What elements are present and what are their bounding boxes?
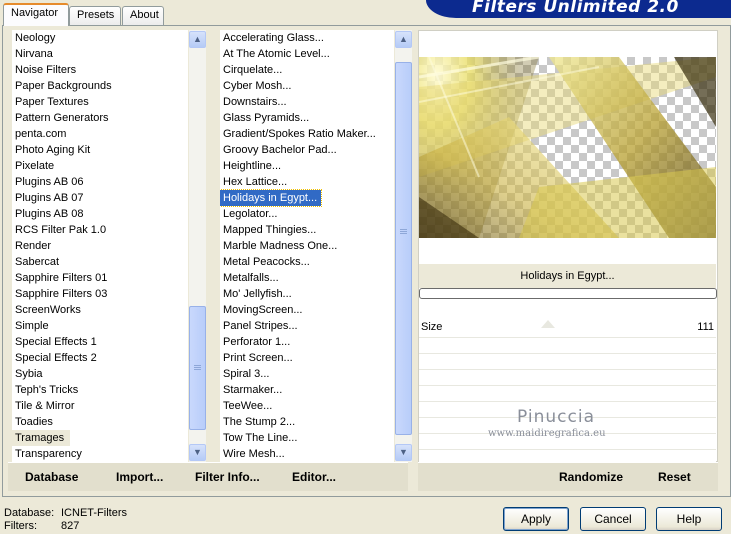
list-item[interactable]: Plugins AB 07 bbox=[12, 190, 188, 206]
list-item[interactable]: At The Atomic Level... bbox=[220, 46, 394, 62]
scroll-up-icon[interactable]: ▲ bbox=[189, 31, 206, 48]
list-item[interactable]: Tile & Mirror bbox=[12, 398, 188, 414]
list-item[interactable]: Starmaker... bbox=[220, 382, 394, 398]
reset-button[interactable]: Reset bbox=[658, 470, 691, 484]
list-item[interactable]: Gradient/Spokes Ratio Maker... bbox=[220, 126, 394, 142]
database-button[interactable]: Database bbox=[25, 470, 78, 484]
status-filters-value: 827 bbox=[61, 520, 80, 532]
list-item[interactable]: Legolator... bbox=[220, 206, 394, 222]
filter-scrollbar[interactable]: ▲ ▼ bbox=[395, 30, 412, 462]
list-item[interactable]: The Stump 2... bbox=[220, 414, 394, 430]
list-item[interactable]: Heightline... bbox=[220, 158, 394, 174]
list-item[interactable]: Plugins AB 06 bbox=[12, 174, 188, 190]
list-item[interactable]: Holidays in Egypt... bbox=[220, 189, 323, 207]
list-item[interactable]: Mapped Thingies... bbox=[220, 222, 394, 238]
watermark-url: www.maidiregrafica.eu bbox=[488, 428, 606, 439]
apply-button[interactable]: Apply bbox=[503, 507, 569, 531]
list-item[interactable]: Spiral 3... bbox=[220, 366, 394, 382]
scroll-down-icon[interactable]: ▼ bbox=[395, 444, 412, 461]
status-filters-label: Filters: bbox=[4, 520, 37, 532]
list-item[interactable]: Plugins AB 08 bbox=[12, 206, 188, 222]
list-item[interactable]: Photo Aging Kit bbox=[12, 142, 188, 158]
filter-list[interactable]: Accelerating Glass... At The Atomic Level… bbox=[220, 30, 394, 462]
list-item[interactable]: Perforator 1... bbox=[220, 334, 394, 350]
list-item[interactable]: Pattern Generators bbox=[12, 110, 188, 126]
list-item[interactable]: Cirquelate... bbox=[220, 62, 394, 78]
list-item[interactable]: Glass Pyramids... bbox=[220, 110, 394, 126]
list-item[interactable]: Paper Backgrounds bbox=[12, 78, 188, 94]
category-scroll-thumb[interactable] bbox=[189, 306, 206, 430]
scroll-up-icon[interactable]: ▲ bbox=[395, 31, 412, 48]
category-list[interactable]: Neology Nirvana Noise Filters Paper Backgro… bbox=[12, 30, 188, 462]
list-item[interactable]: Metal Peacocks... bbox=[220, 254, 394, 270]
tab-navigator[interactable]: Navigator bbox=[3, 3, 69, 26]
watermark-name: Pinuccia bbox=[517, 407, 595, 427]
list-item[interactable]: Downstairs... bbox=[220, 94, 394, 110]
preview-image bbox=[419, 57, 716, 238]
tab-about[interactable]: About bbox=[122, 6, 164, 25]
cancel-button[interactable]: Cancel bbox=[580, 507, 646, 531]
list-item[interactable]: Sybia bbox=[12, 366, 188, 382]
slider-thumb-icon[interactable] bbox=[541, 320, 555, 328]
list-item[interactable]: Tow The Line... bbox=[220, 430, 394, 446]
list-item[interactable]: Print Screen... bbox=[220, 350, 394, 366]
list-item[interactable]: Mo' Jellyfish... bbox=[220, 286, 394, 302]
list-item[interactable]: Hex Lattice... bbox=[220, 174, 394, 190]
import-button[interactable]: Import... bbox=[116, 470, 163, 484]
status-database-label: Database: bbox=[4, 507, 55, 519]
list-item[interactable]: TeeWee... bbox=[220, 398, 394, 414]
status-database-value: ICNET-Filters bbox=[61, 507, 127, 519]
list-item[interactable]: Marble Madness One... bbox=[220, 238, 394, 254]
scroll-down-icon[interactable]: ▼ bbox=[189, 444, 206, 461]
tab-presets[interactable]: Presets bbox=[69, 6, 121, 25]
title-banner: Filters Unlimited 2.0 bbox=[426, 0, 731, 18]
list-item[interactable]: Paper Textures bbox=[12, 94, 188, 110]
list-item[interactable]: Groovy Bachelor Pad... bbox=[220, 142, 394, 158]
list-item[interactable]: Metalfalls... bbox=[220, 270, 394, 286]
list-item[interactable]: penta.com bbox=[12, 126, 188, 142]
list-item[interactable]: Special Effects 1 bbox=[12, 334, 188, 350]
list-item[interactable]: Accelerating Glass... bbox=[220, 30, 394, 46]
list-item[interactable]: Neology bbox=[12, 30, 188, 46]
filter-info-button[interactable]: Filter Info... bbox=[195, 470, 260, 484]
list-item[interactable]: Teph's Tricks bbox=[12, 382, 188, 398]
param-label: Size bbox=[421, 321, 443, 333]
help-button[interactable]: Help bbox=[656, 507, 722, 531]
list-item[interactable]: Simple bbox=[12, 318, 188, 334]
list-item[interactable]: Wire Mesh... bbox=[220, 446, 394, 462]
list-item[interactable]: Sabercat bbox=[12, 254, 188, 270]
list-item[interactable]: Noise Filters bbox=[12, 62, 188, 78]
list-item[interactable]: Tramages bbox=[12, 430, 71, 446]
list-item[interactable]: Cyber Mosh... bbox=[220, 78, 394, 94]
category-scrollbar[interactable]: ▲ ▼ bbox=[189, 30, 206, 462]
list-item[interactable]: Special Effects 2 bbox=[12, 350, 188, 366]
list-item[interactable]: Toadies bbox=[12, 414, 188, 430]
filter-scroll-thumb[interactable] bbox=[395, 62, 412, 435]
preview-title: Holidays in Egypt... bbox=[419, 264, 716, 288]
list-item[interactable]: Sapphire Filters 03 bbox=[12, 286, 188, 302]
param-rows-empty bbox=[419, 338, 716, 462]
editor-button[interactable]: Editor... bbox=[292, 470, 336, 484]
randomize-button[interactable]: Randomize bbox=[559, 470, 623, 484]
list-item[interactable]: Panel Stripes... bbox=[220, 318, 394, 334]
list-item[interactable]: Render bbox=[12, 238, 188, 254]
progress-bar bbox=[419, 288, 717, 299]
list-item[interactable]: Transparency bbox=[12, 446, 188, 462]
list-item[interactable]: Sapphire Filters 01 bbox=[12, 270, 188, 286]
param-value: 111 bbox=[697, 321, 714, 333]
list-item[interactable]: ScreenWorks bbox=[12, 302, 188, 318]
list-item[interactable]: Nirvana bbox=[12, 46, 188, 62]
banner-title: Filters Unlimited 2.0 bbox=[472, 0, 679, 17]
param-row-size[interactable]: Size 111 bbox=[419, 318, 716, 338]
list-item[interactable]: MovingScreen... bbox=[220, 302, 394, 318]
list-item[interactable]: RCS Filter Pak 1.0 bbox=[12, 222, 188, 238]
list-item[interactable]: Pixelate bbox=[12, 158, 188, 174]
